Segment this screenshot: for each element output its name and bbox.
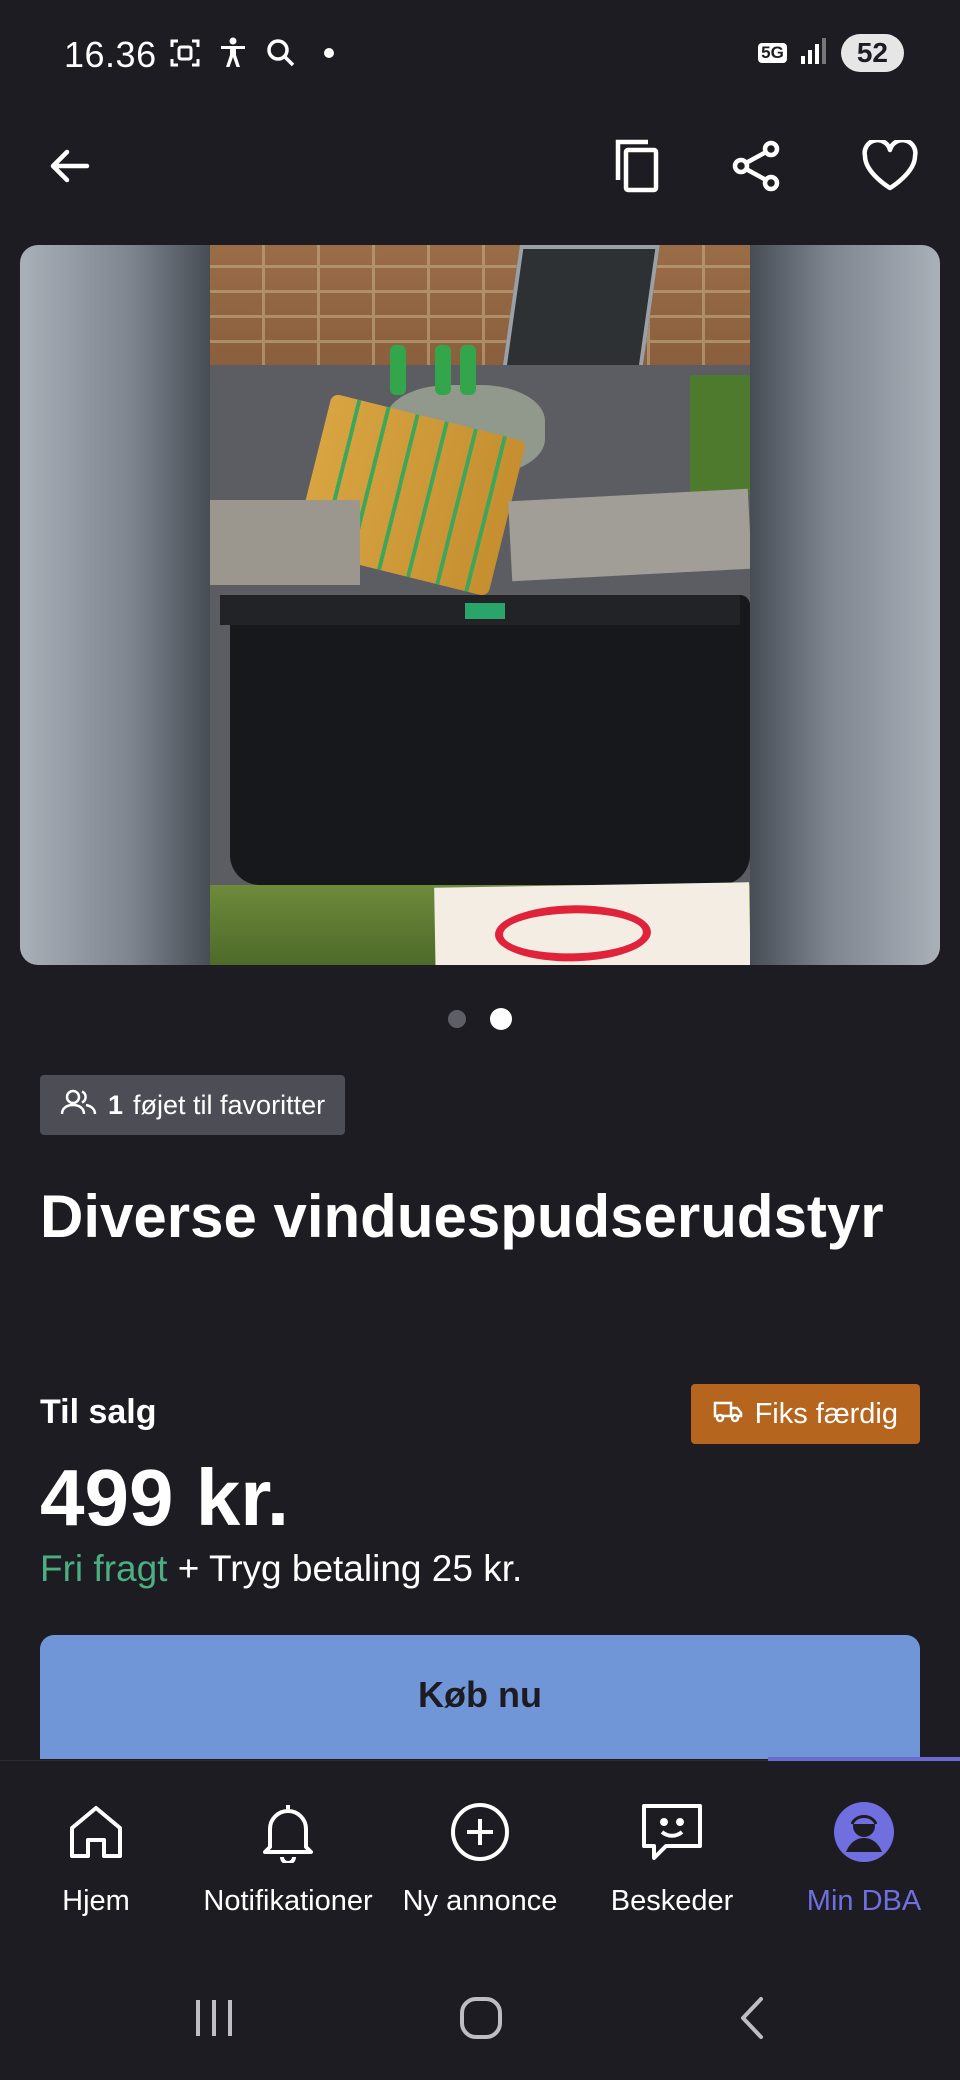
free-shipping-label: Fri fragt [40,1548,168,1589]
signal-icon [799,36,829,71]
fiks-faerdig-label: Fiks færdig [754,1397,898,1430]
share-button[interactable] [726,138,786,198]
buy-now-button[interactable]: Køb nu [40,1635,920,1759]
listing-title: Diverse vinduespudserudstyr [40,1183,884,1250]
recent-apps-button[interactable] [174,1990,254,2050]
favorites-count: 1 [108,1089,124,1120]
fiks-faerdig-badge[interactable]: Fiks færdig [690,1384,920,1444]
nav-label-messages: Beskeder [610,1885,734,1917]
accessibility-icon [216,36,250,70]
favorite-button[interactable] [860,137,920,198]
network-badge: 5G [758,43,787,63]
copy-icon [612,138,664,199]
nav-item-messages[interactable]: Beskeder [576,1761,768,1941]
nav-label-home: Hjem [62,1885,130,1917]
nav-label-notifications: Notifikationer [203,1885,373,1917]
carousel-indicator [0,1008,960,1030]
screenshot-icon [168,36,202,70]
image-gallery[interactable] [20,245,940,965]
sale-type-label: Til salg [40,1393,157,1431]
chevron-left-icon [737,1995,767,2046]
listing-price: 499 kr. [40,1453,290,1542]
status-right: 5G 52 [758,34,904,72]
users-icon [60,1088,98,1123]
search-icon [264,36,298,70]
status-bar: 16.36 5G 52 [0,0,960,110]
system-navigation-bar [0,1960,960,2080]
plus-circle-icon [445,1797,515,1867]
status-notification-icons [168,36,346,70]
nav-item-home[interactable]: Hjem [0,1761,192,1941]
back-button[interactable] [40,138,100,198]
profile-icon [829,1797,899,1867]
favorites-text: føjet til favoritter [133,1089,326,1120]
copy-button[interactable] [608,138,668,198]
truck-icon [713,1398,743,1431]
nav-item-min-dba[interactable]: Min DBA [768,1761,960,1941]
back-system-button[interactable] [712,1990,792,2050]
app-header [0,120,960,210]
arrow-left-icon [47,143,93,194]
notification-dot-icon [312,36,346,70]
share-icon [731,140,781,197]
nav-label-min-dba: Min DBA [806,1885,922,1917]
heart-icon [861,137,919,197]
payment-note: + Tryg betaling 25 kr. [177,1548,523,1589]
bottom-navigation: Hjem Notifikationer Ny annonce Beskeder … [0,1757,960,1960]
favorites-count-chip: 1 føjet til favoritter [40,1075,346,1135]
nav-item-new-listing[interactable]: Ny annonce [384,1761,576,1941]
recent-apps-icon [192,1998,236,2043]
battery-indicator: 52 [840,34,904,72]
bell-icon [253,1797,323,1867]
message-icon [637,1797,707,1867]
home-icon [61,1797,131,1867]
nav-item-notifications[interactable]: Notifikationer [192,1761,384,1941]
status-time: 16.36 [64,34,157,75]
nav-label-new-listing: Ny annonce [402,1885,558,1917]
carousel-dot[interactable] [448,1010,466,1028]
home-system-button[interactable] [441,1990,521,2050]
shipping-info: Fri fragt + Tryg betaling 25 kr. [40,1548,522,1590]
carousel-dot-active[interactable] [490,1008,512,1030]
home-circle-icon [459,1996,503,2045]
listing-photo [210,245,750,965]
